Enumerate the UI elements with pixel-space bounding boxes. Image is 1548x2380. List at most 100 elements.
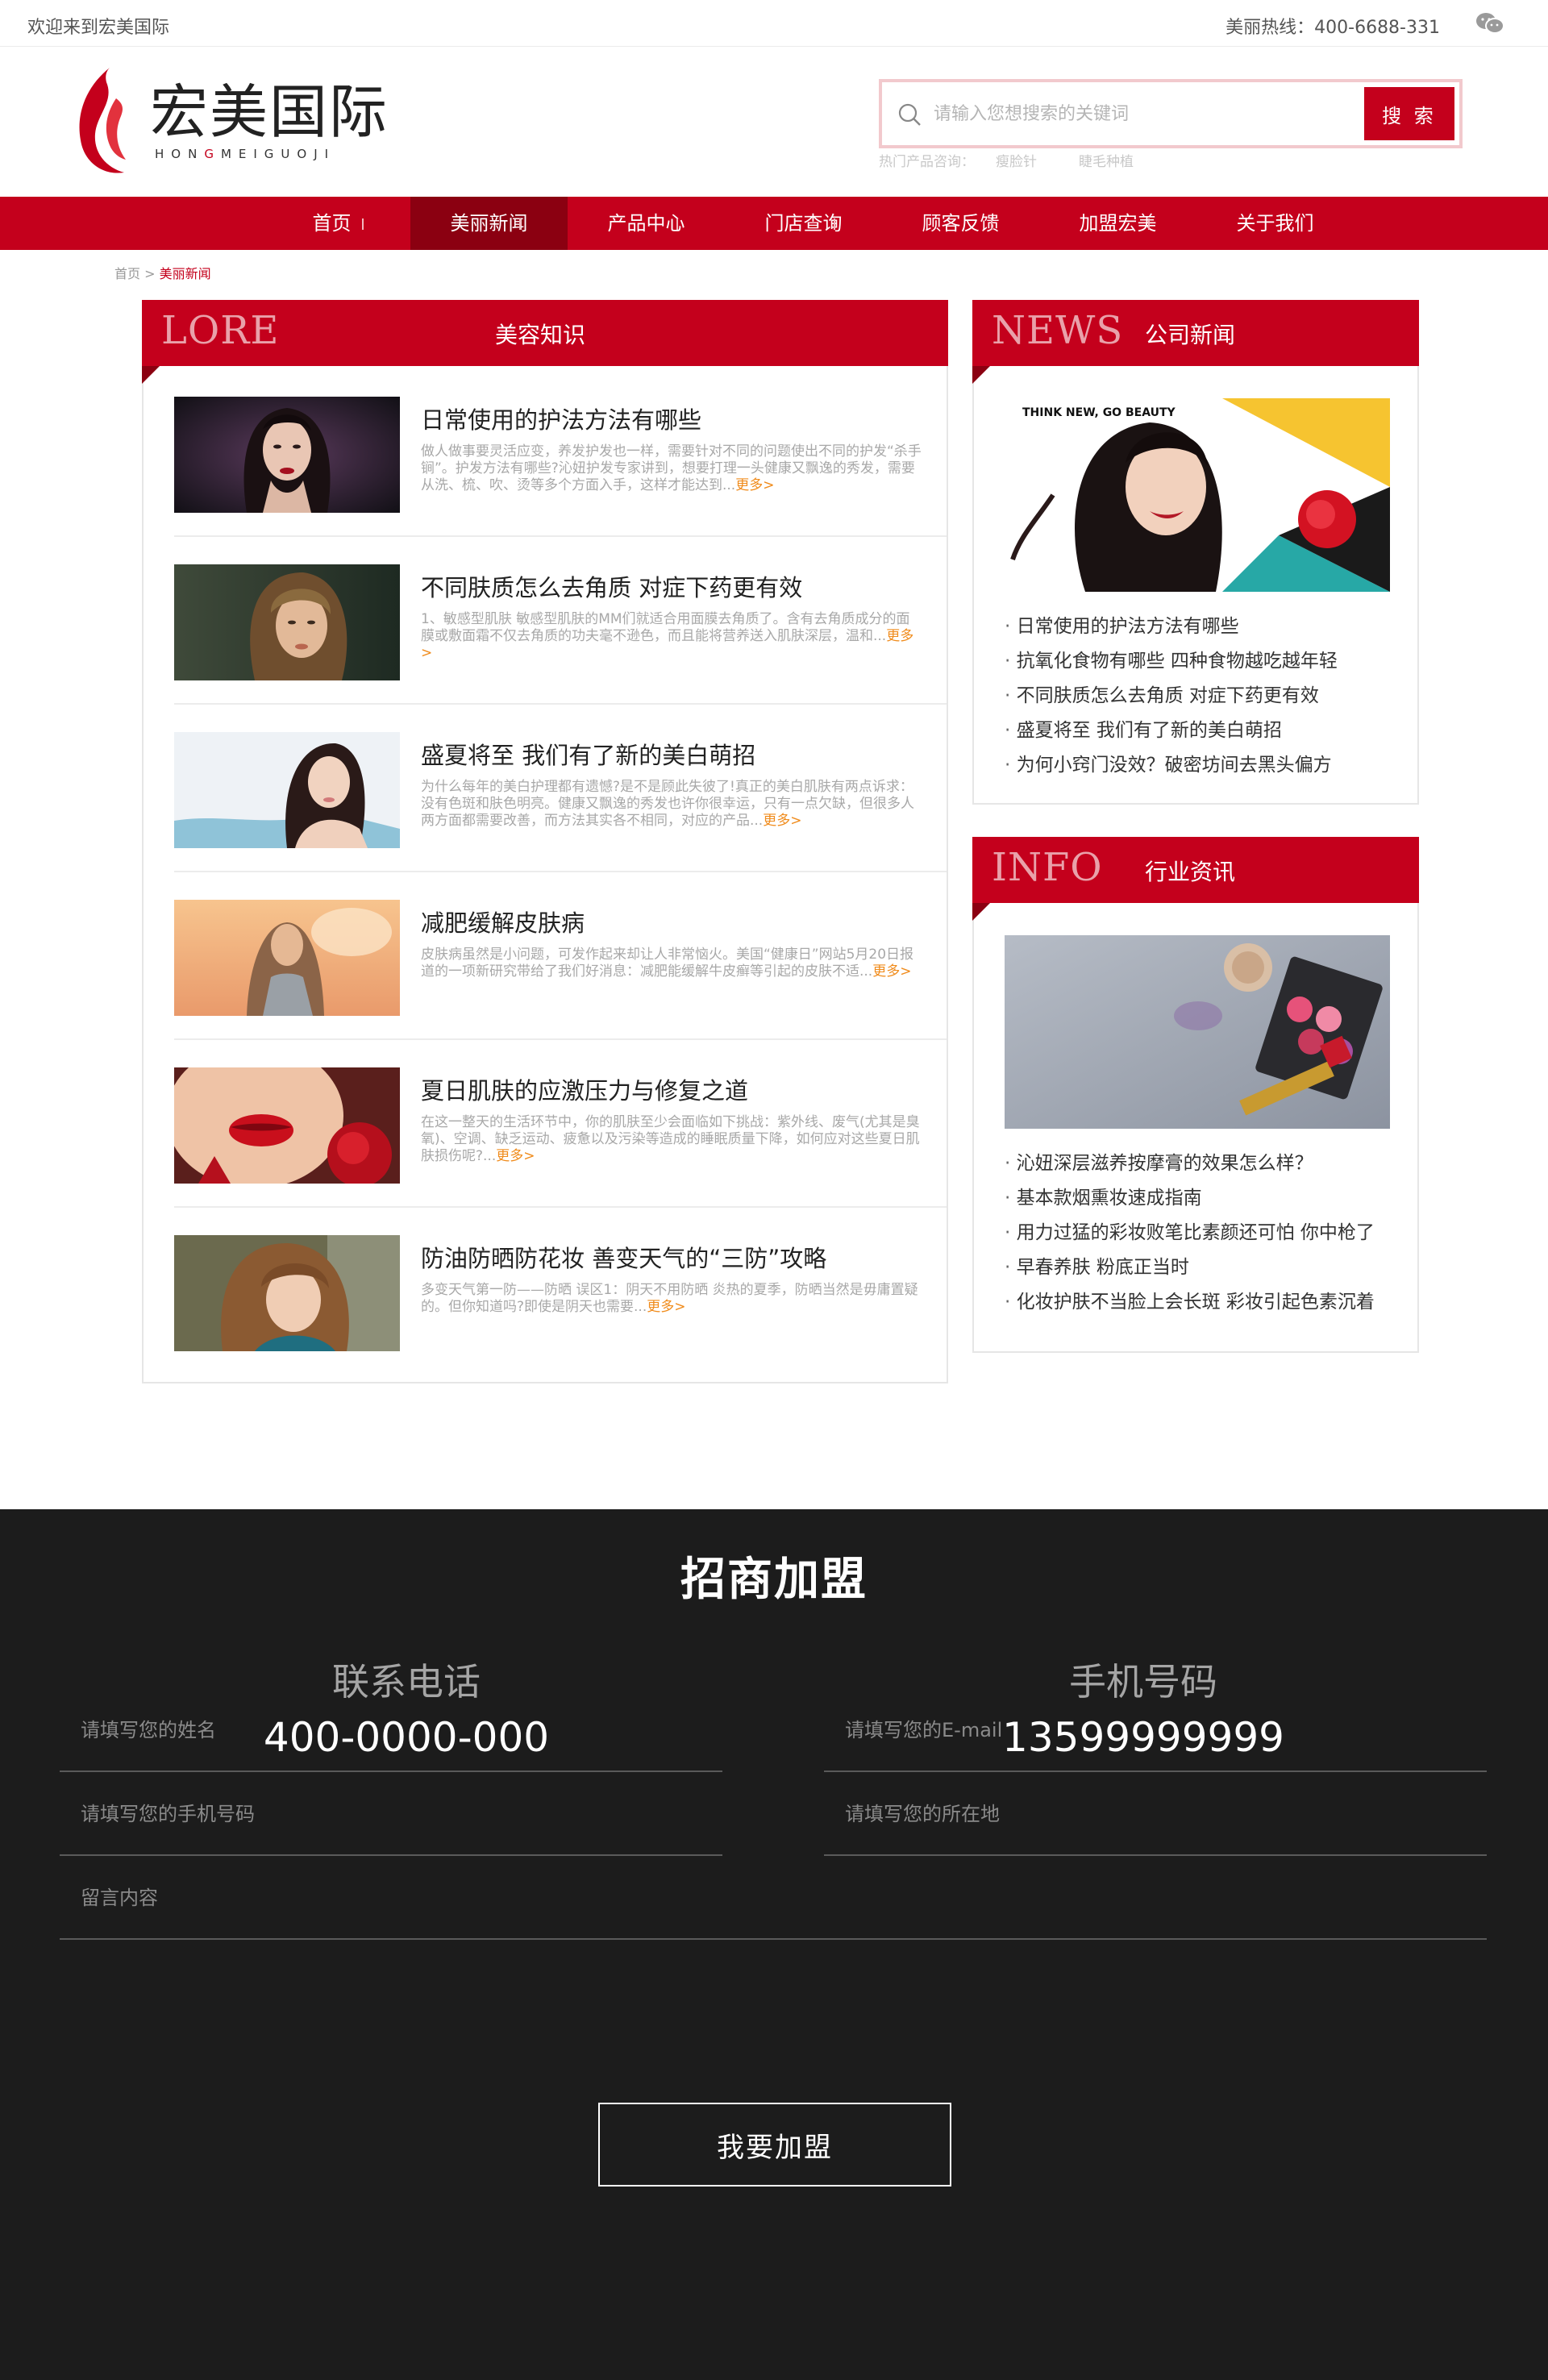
article-item[interactable]: 盛夏将至 我们有了新的美白萌招 为什么每年的美白护理都有遗憾?是不是顾此失彼了!… (174, 705, 947, 872)
nav-item-stores[interactable]: 门店查询 (725, 197, 882, 250)
nav-item-products[interactable]: 产品中心 (568, 197, 725, 250)
info-en-title: INFO (992, 845, 1103, 890)
lore-cn-title[interactable]: 美容知识 (495, 318, 585, 350)
logo-text[interactable]: 宏美国际 (150, 79, 389, 145)
message-field (60, 1856, 1487, 1940)
header: 宏美国际 HONGMEIGUOJI 搜 索 热门产品咨询： 瘦脸针 睫毛种植 (0, 47, 1548, 197)
info-panel: INFO 行业资讯 沁妞深层滋养按摩膏的效果怎么样？ 基本款烟熏妆速成指南 用力… (972, 837, 1419, 1353)
article-thumbnail[interactable] (174, 397, 400, 513)
franchise-footer: 招商加盟 联系电话 400-0000-000 手机号码 13599999999 … (0, 1509, 1548, 2380)
nav-divider (1148, 218, 1150, 230)
breadcrumb: 首页 > 美丽新闻 (114, 263, 211, 282)
article-summary: 做人做事要灵活应变，养发护发也一样，需要针对不同的问题使出不同的护发“杀手锏”。… (421, 443, 922, 511)
article-title[interactable]: 防油防晒防花妆 善变天气的“三防”攻略 (421, 1240, 826, 1274)
article-item[interactable]: 防油防晒防花妆 善变天气的“三防”攻略 多变天气第一防——防晒 误区1：阴天不用… (174, 1208, 947, 1375)
breadcrumb-current[interactable]: 美丽新闻 (160, 266, 211, 281)
hot-label: 热门产品咨询： (879, 154, 975, 170)
more-link[interactable]: 更多> (735, 477, 774, 493)
info-feature-image[interactable] (1005, 935, 1390, 1129)
search-box: 搜 索 (879, 79, 1463, 148)
wechat-icon[interactable] (1475, 11, 1504, 35)
article-thumbnail[interactable] (174, 1235, 400, 1351)
article-item[interactable]: 日常使用的护法方法有哪些 做人做事要灵活应变，养发护发也一样，需要针对不同的问题… (174, 369, 947, 537)
article-title[interactable]: 夏日肌肤的应激压力与修复之道 (421, 1072, 748, 1106)
hot-item[interactable]: 瘦脸针 (996, 154, 1037, 170)
more-link[interactable]: 更多> (763, 813, 801, 829)
hotline-text: 美丽热线：400-6688-331 (1226, 18, 1440, 38)
breadcrumb-separator: > (140, 266, 160, 281)
message-input[interactable] (81, 1879, 1365, 1917)
article-item[interactable]: 减肥缓解皮肤病 皮肤病虽然是小问题，可发作起来却让人非常恼火。美国“健康日”网站… (174, 872, 947, 1040)
news-image-caption: THINK NEW, GO BEAUTY (1022, 406, 1176, 419)
nav-divider (519, 218, 521, 230)
news-panel: NEWS 公司新闻 THINK NEW, GO BEAUTY 日常使用的护法方法… (972, 300, 1419, 805)
search-button[interactable]: 搜 索 (1364, 87, 1454, 140)
search-input[interactable] (934, 94, 1353, 134)
location-input[interactable] (845, 1795, 1442, 1833)
nav-item-about[interactable]: 关于我们 (1196, 197, 1354, 250)
info-list-item[interactable]: 早春养肤 粉底正当时 (1005, 1250, 1375, 1285)
news-list-item[interactable]: 盛夏将至 我们有了新的美白萌招 (1005, 714, 1338, 748)
lore-panel: LORE 美容知识 日常使用的护法方法有哪些 做人做事要灵活应变，养发护发也一样… (142, 300, 948, 1383)
news-feature-image[interactable]: THINK NEW, GO BEAUTY (1005, 398, 1390, 592)
mobile-field (60, 1772, 722, 1856)
location-field (824, 1772, 1487, 1856)
logo-pinyin-a: HON (155, 147, 205, 161)
more-link[interactable]: 更多> (872, 963, 911, 980)
email-input[interactable] (845, 1711, 1442, 1750)
nav-item-beauty-news[interactable]: 美丽新闻 (410, 197, 568, 250)
hot-item[interactable]: 睫毛种植 (1079, 154, 1134, 170)
mobile-input[interactable] (81, 1795, 677, 1833)
nav-divider (676, 218, 678, 230)
more-link[interactable]: 更多> (647, 1299, 685, 1315)
article-item[interactable]: 不同肤质怎么去角质 对症下药更有效 1、敏感型肌肤 敏感型肌肤的MM们就适合用面… (174, 537, 947, 705)
hot-products: 热门产品咨询： 瘦脸针 睫毛种植 (879, 150, 1155, 170)
article-desc: 1、敏感型肌肤 敏感型肌肤的MM们就适合用面膜去角质了。含有去角质成分的面膜或敷… (421, 611, 910, 644)
news-cn-title[interactable]: 公司新闻 (1145, 318, 1235, 350)
article-desc: 为什么每年的美白护理都有遗憾?是不是顾此失彼了!真正的美白肌肤有两点诉求：没有色… (421, 779, 914, 829)
article-title[interactable]: 日常使用的护法方法有哪些 (421, 402, 701, 435)
lore-panel-header: LORE 美容知识 (142, 300, 948, 366)
info-list-item[interactable]: 化妆护肤不当脸上会长斑 彩妆引起色素沉着 (1005, 1285, 1375, 1320)
article-item[interactable]: 夏日肌肤的应激压力与修复之道 在这一整天的生活环节中，你的肌肤至少会面临如下挑战… (174, 1040, 947, 1208)
nav-item-franchise[interactable]: 加盟宏美 (1039, 197, 1196, 250)
hot-products-label: 热门产品咨询： 瘦脸针 (879, 154, 1058, 170)
nav-item-home[interactable]: 首页 (253, 197, 410, 250)
email-field (824, 1688, 1487, 1772)
nav-item-feedback[interactable]: 顾客反馈 (882, 197, 1039, 250)
news-list: 日常使用的护法方法有哪些 抗氧化食物有哪些 四种食物越吃越年轻 不同肤质怎么去角… (1005, 610, 1338, 783)
header-fold (972, 366, 990, 384)
news-panel-header: NEWS 公司新闻 (972, 300, 1419, 366)
join-button[interactable]: 我要加盟 (598, 2103, 951, 2187)
nav-divider (834, 218, 835, 230)
info-list: 沁妞深层滋养按摩膏的效果怎么样？ 基本款烟熏妆速成指南 用力过猛的彩妆败笔比素颜… (1005, 1146, 1375, 1320)
news-list-item[interactable]: 为何小窍门没效？破密坊间去黑头偏方 (1005, 748, 1338, 783)
header-fold (142, 366, 160, 384)
news-list-item[interactable]: 日常使用的护法方法有哪些 (1005, 610, 1338, 644)
top-bar: 欢迎来到宏美国际 美丽热线：400-6688-331 (0, 0, 1548, 47)
info-list-item[interactable]: 沁妞深层滋养按摩膏的效果怎么样？ (1005, 1146, 1375, 1181)
nav-divider (991, 218, 992, 230)
more-link[interactable]: 更多> (496, 1148, 535, 1164)
article-thumbnail[interactable] (174, 564, 400, 680)
welcome-text: 欢迎来到宏美国际 (27, 18, 170, 38)
name-input[interactable] (81, 1711, 677, 1750)
article-title[interactable]: 盛夏将至 我们有了新的美白萌招 (421, 737, 755, 771)
logo-pinyin-g: G (204, 147, 221, 161)
article-summary: 皮肤病虽然是小问题，可发作起来却让人非常恼火。美国“健康日”网站5月20日报道的… (421, 947, 922, 1014)
article-thumbnail[interactable] (174, 1067, 400, 1184)
logo-flame-icon[interactable] (74, 66, 131, 177)
article-thumbnail[interactable] (174, 900, 400, 1016)
breadcrumb-home[interactable]: 首页 (114, 266, 140, 281)
article-desc: 做人做事要灵活应变，养发护发也一样，需要针对不同的问题使出不同的护发“杀手锏”。… (421, 443, 922, 493)
nav-divider (362, 218, 364, 230)
info-list-item[interactable]: 基本款烟熏妆速成指南 (1005, 1181, 1375, 1216)
news-list-item[interactable]: 抗氧化食物有哪些 四种食物越吃越年轻 (1005, 644, 1338, 679)
article-thumbnail[interactable] (174, 732, 400, 848)
article-title[interactable]: 减肥缓解皮肤病 (421, 905, 585, 938)
info-list-item[interactable]: 用力过猛的彩妆败笔比素颜还可怕 你中枪了 (1005, 1216, 1375, 1250)
news-list-item[interactable]: 不同肤质怎么去角质 对症下药更有效 (1005, 679, 1338, 714)
info-cn-title[interactable]: 行业资讯 (1145, 855, 1235, 887)
search-icon (898, 103, 921, 126)
article-title[interactable]: 不同肤质怎么去角质 对症下药更有效 (421, 569, 802, 603)
